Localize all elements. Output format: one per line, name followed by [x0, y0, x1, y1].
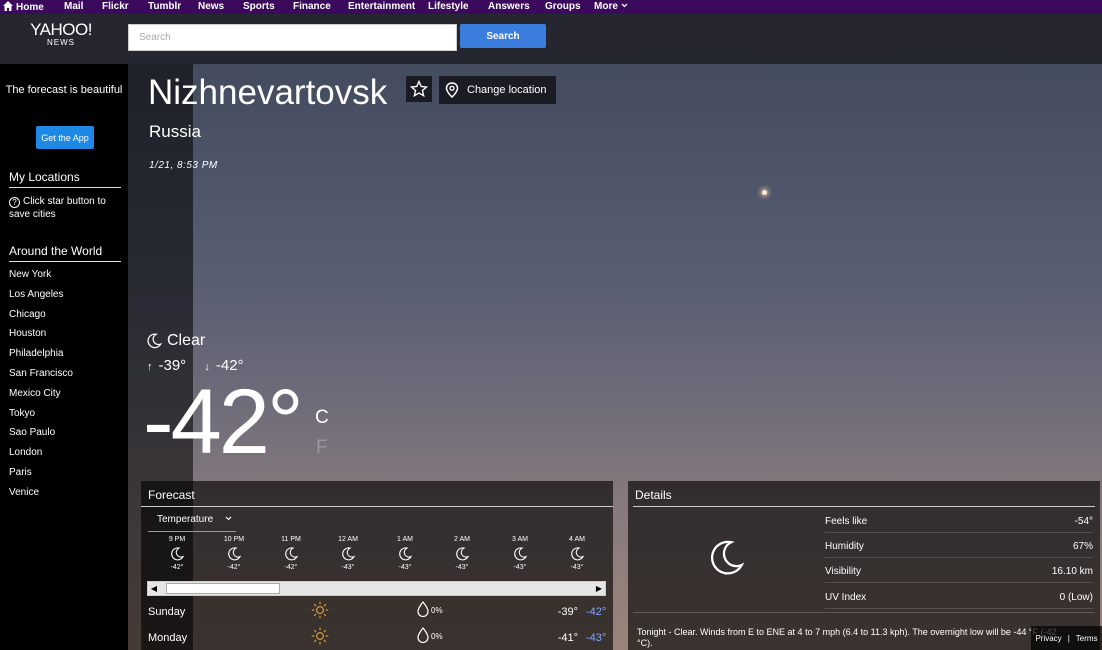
city-link-los-angeles[interactable]: Los Angeles — [9, 289, 73, 309]
scroll-thumb[interactable] — [166, 583, 280, 594]
details-divider — [633, 506, 1095, 507]
nav-flickr[interactable]: Flickr — [102, 1, 129, 12]
detail-feels-like: Feels like -54° — [825, 511, 1093, 533]
footer-links: Privacy | Terms — [1031, 626, 1102, 650]
city-link-london[interactable]: London — [9, 447, 73, 467]
hourly-scrollbar[interactable]: ◀ ▶ — [147, 581, 606, 596]
city-link-philadelphia[interactable]: Philadelphia — [9, 348, 73, 368]
hourly-item: 12 AM -43° — [323, 536, 373, 571]
save-cities-hint: ? Click star button to save cities — [9, 196, 106, 220]
sun-icon — [311, 627, 329, 648]
nav-news[interactable]: News — [198, 1, 224, 12]
chevron-down-icon — [621, 3, 628, 8]
hourly-item: 2 AM -43° — [437, 536, 487, 571]
nav-lifestyle[interactable]: Lifestyle — [428, 1, 469, 12]
city-link-tokyo[interactable]: Tokyo — [9, 408, 73, 428]
raindrop-icon — [417, 627, 429, 644]
nav-home[interactable]: Home — [3, 1, 44, 13]
forecast-title: Forecast — [148, 488, 195, 502]
around-world-title: Around the World — [9, 244, 121, 262]
get-app-button[interactable]: Get the App — [36, 126, 94, 149]
daily-row: Monday 0% -41° -43° — [148, 627, 608, 649]
moon-icon — [705, 537, 747, 584]
current-temperature: -42° — [143, 371, 304, 473]
hourly-item: 4 AM -43° — [552, 536, 602, 571]
moon-icon — [380, 546, 430, 564]
terms-link[interactable]: Terms — [1076, 634, 1098, 643]
city-link-paris[interactable]: Paris — [9, 467, 73, 487]
moon-icon — [147, 333, 163, 349]
nav-sports[interactable]: Sports — [243, 1, 275, 12]
details-title: Details — [635, 488, 672, 502]
detail-uv-index: UV Index 0 (Low) — [825, 587, 1093, 609]
moon-icon — [266, 546, 316, 564]
hourly-item: 11 PM -42° — [266, 536, 316, 571]
privacy-link[interactable]: Privacy — [1035, 634, 1061, 643]
footer-separator: | — [1067, 633, 1070, 643]
forecast-divider — [141, 506, 613, 507]
sky-star-decoration — [762, 190, 767, 195]
chevron-down-icon — [225, 516, 232, 521]
current-condition: Clear — [145, 332, 205, 350]
question-icon: ? — [9, 197, 20, 208]
change-location-button[interactable]: Change location — [439, 76, 556, 104]
nav-more[interactable]: More — [594, 1, 628, 12]
star-icon — [410, 80, 428, 98]
top-nav: Home Mail Flickr Tumblr News Sports Fina… — [0, 0, 1102, 14]
city-link-chicago[interactable]: Chicago — [9, 309, 73, 329]
nav-finance[interactable]: Finance — [293, 1, 331, 12]
details-bottom-divider — [633, 612, 1095, 613]
moon-icon — [209, 546, 259, 564]
nav-tumblr[interactable]: Tumblr — [148, 1, 181, 12]
hourly-item: 9 PM -42° — [152, 536, 202, 571]
home-icon — [3, 1, 13, 11]
moon-icon — [437, 546, 487, 564]
city-link-houston[interactable]: Houston — [9, 328, 73, 348]
raindrop-icon — [417, 601, 429, 618]
favorite-button[interactable] — [406, 76, 432, 102]
hourly-item: 3 AM -43° — [495, 536, 545, 571]
moon-icon — [495, 546, 545, 564]
city-link-new-york[interactable]: New York — [9, 269, 73, 289]
tonight-summary: Tonight - Clear. Winds from E to ENE at … — [637, 627, 1057, 648]
moon-icon — [152, 546, 202, 564]
hourly-item: 1 AM -43° — [380, 536, 430, 571]
my-locations-title: My Locations — [9, 170, 121, 188]
local-datetime: 1/21, 8:53 PM — [149, 160, 218, 171]
forecast-type-dropdown[interactable]: Temperature — [148, 510, 236, 532]
nav-groups[interactable]: Groups — [545, 1, 581, 12]
search-button[interactable]: Search — [460, 24, 546, 48]
city-list: New York Los Angeles Chicago Houston Phi… — [9, 269, 73, 507]
country-name: Russia — [149, 122, 201, 141]
search-input[interactable] — [128, 24, 457, 51]
city-link-san-francisco[interactable]: San Francisco — [9, 368, 73, 388]
city-link-sao-paulo[interactable]: Sao Paulo — [9, 427, 73, 447]
city-link-venice[interactable]: Venice — [9, 487, 73, 507]
detail-visibility: Visibility 16.10 km — [825, 561, 1093, 583]
city-link-mexico-city[interactable]: Mexico City — [9, 388, 73, 408]
app-promo-text: The forecast is beautiful — [5, 84, 123, 96]
unit-fahrenheit-toggle[interactable]: F — [316, 437, 328, 459]
sun-icon — [311, 601, 329, 622]
moon-icon — [323, 546, 373, 564]
nav-entertainment[interactable]: Entertainment — [348, 1, 415, 12]
location-pin-icon — [445, 82, 459, 98]
nav-answers[interactable]: Answers — [488, 1, 530, 12]
nav-mail[interactable]: Mail — [64, 1, 83, 12]
scroll-left-arrow-icon[interactable]: ◀ — [149, 583, 159, 594]
detail-humidity: Humidity 67% — [825, 536, 1093, 558]
hourly-item: 10 PM -42° — [209, 536, 259, 571]
city-name: Nizhnevartovsk — [148, 73, 388, 112]
daily-row: Sunday 0% -39° -42° — [148, 601, 608, 623]
unit-celsius-toggle[interactable]: C — [315, 407, 329, 429]
scroll-right-arrow-icon[interactable]: ▶ — [594, 583, 604, 594]
yahoo-news-logo[interactable]: YAHOO! NEWS — [30, 21, 92, 47]
moon-icon — [552, 546, 602, 564]
